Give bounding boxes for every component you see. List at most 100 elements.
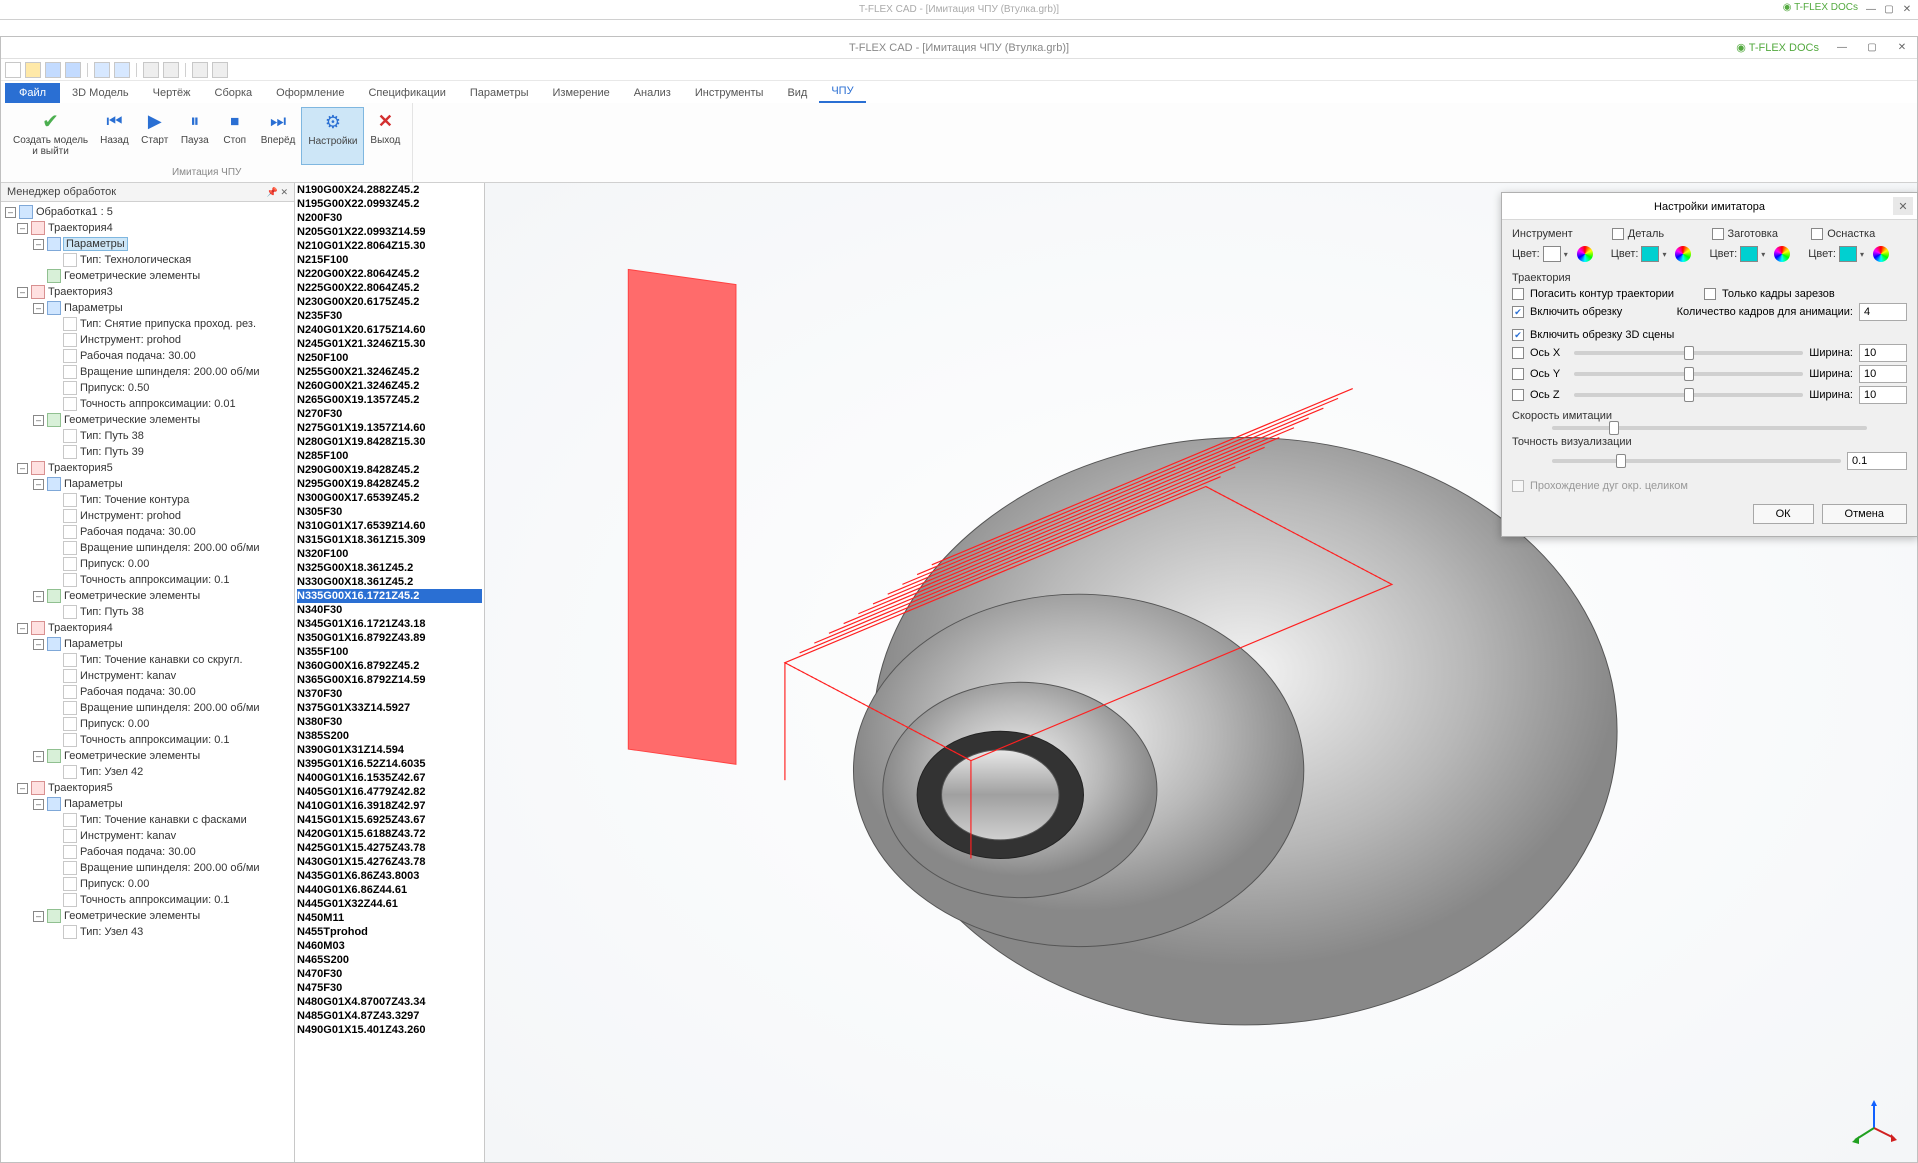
tree-expander-icon[interactable]: – [5,207,16,218]
tree-node[interactable]: Припуск: 0.00 [1,556,294,572]
gcode-line[interactable]: N290G00X19.8428Z45.2 [297,463,482,477]
tree-node[interactable]: –Траектория5 [1,460,294,476]
colorwheel1-icon[interactable] [1577,246,1593,262]
colorwheel2-icon[interactable] [1675,246,1691,262]
gcode-line[interactable]: N360G00X16.8792Z45.2 [297,659,482,673]
width-x-input[interactable] [1859,344,1907,362]
qat-extra2-icon[interactable] [212,62,228,78]
gcode-line[interactable]: N475F30 [297,981,482,995]
enable-trim-checkbox[interactable] [1512,306,1524,318]
gcode-line[interactable]: N435G01X6.86Z43.8003 [297,869,482,883]
gcode-line[interactable]: N300G00X17.6539Z45.2 [297,491,482,505]
tree-node[interactable]: Тип: Точение контура [1,492,294,508]
tree-node[interactable]: Рабочая подача: 30.00 [1,684,294,700]
gcode-line[interactable]: N480G01X4.87007Z43.34 [297,995,482,1009]
axis-x-checkbox[interactable] [1512,347,1524,359]
tree-node[interactable]: Вращение шпинделя: 200.00 об/ми [1,364,294,380]
tree-node[interactable]: Припуск: 0.00 [1,876,294,892]
width-z-input[interactable] [1859,386,1907,404]
gcode-line[interactable]: N295G00X19.8428Z45.2 [297,477,482,491]
qat-saveall-icon[interactable] [65,62,81,78]
start-button[interactable]: Старт [135,107,175,165]
tab-view[interactable]: Вид [775,83,819,103]
viz-slider[interactable] [1552,459,1841,463]
mdi-close-icon[interactable]: ✕ [1887,37,1917,59]
tree-node[interactable]: –Параметры [1,636,294,652]
tab-3dmodel[interactable]: 3D Модель [60,83,141,103]
tree-node[interactable]: Точность аппроксимации: 0.1 [1,732,294,748]
gcode-line[interactable]: N315G01X18.361Z15.309 [297,533,482,547]
tree-node[interactable]: Инструмент: prohod [1,332,294,348]
ok-button[interactable]: ОК [1753,504,1814,524]
tree-node[interactable]: Точность аппроксимации: 0.1 [1,572,294,588]
forward-button[interactable]: Вперёд [255,107,302,165]
tree-node[interactable]: Тип: Путь 38 [1,604,294,620]
tree-expander-icon[interactable]: – [33,479,44,490]
gcode-line[interactable]: N285F100 [297,449,482,463]
only-cuts-checkbox[interactable] [1704,288,1716,300]
maximize-icon[interactable]: ▢ [1857,37,1887,59]
arcs-whole-checkbox[interactable] [1512,480,1524,492]
gcode-line[interactable]: N310G01X17.6539Z14.60 [297,519,482,533]
axis-y-checkbox[interactable] [1512,368,1524,380]
gcode-line[interactable]: N265G00X19.1357Z45.2 [297,393,482,407]
qat-new-icon[interactable] [5,62,21,78]
tree-node[interactable]: –Геометрические элементы [1,588,294,604]
gcode-line[interactable]: N380F30 [297,715,482,729]
dialog-close-icon[interactable]: ✕ [1893,197,1913,215]
width-y-input[interactable] [1859,365,1907,383]
speed-slider[interactable] [1552,426,1867,430]
gcode-line[interactable]: N305F30 [297,505,482,519]
gcode-line[interactable]: N325G00X18.361Z45.2 [297,561,482,575]
minimize-icon[interactable]: — [1827,37,1857,59]
tree-node[interactable]: Тип: Точение канавки со скругл. [1,652,294,668]
gcode-line[interactable]: N200F30 [297,211,482,225]
gcode-line[interactable]: N395G01X16.52Z14.6035 [297,757,482,771]
tree-node[interactable]: Тип: Снятие припуска проход. рез. [1,316,294,332]
color4-dropdown[interactable] [1839,246,1857,262]
gcode-line[interactable]: N270F30 [297,407,482,421]
stop-button[interactable]: Стоп [215,107,255,165]
pause-button[interactable]: Пауза [175,107,215,165]
gcode-listing[interactable]: N190G00X24.2882Z45.2N195G00X22.0993Z45.2… [295,183,485,1162]
tab-bom[interactable]: Спецификации [356,83,457,103]
gcode-line[interactable]: N425G01X15.4275Z43.78 [297,841,482,855]
tree-node[interactable]: Тип: Путь 38 [1,428,294,444]
tree-node[interactable]: Тип: Путь 39 [1,444,294,460]
tree-node[interactable]: –Параметры [1,300,294,316]
exit-button[interactable]: Выход [364,107,406,165]
tree-node[interactable]: Точность аппроксимации: 0.01 [1,396,294,412]
frames-input[interactable] [1859,303,1907,321]
gcode-line[interactable]: N320F100 [297,547,482,561]
gcode-line[interactable]: N455Tprohod [297,925,482,939]
tree-node[interactable]: Припуск: 0.00 [1,716,294,732]
colorwheel3-icon[interactable] [1774,246,1790,262]
axis-z-slider[interactable] [1574,393,1803,397]
tree-node[interactable]: Инструмент: prohod [1,508,294,524]
color2-dropdown[interactable] [1641,246,1659,262]
gcode-line[interactable]: N440G01X6.86Z44.61 [297,883,482,897]
gcode-line[interactable]: N255G00X21.3246Z45.2 [297,365,482,379]
tree-node[interactable]: –Траектория3 [1,284,294,300]
gcode-line[interactable]: N465S200 [297,953,482,967]
gcode-line[interactable]: N415G01X15.6925Z43.67 [297,813,482,827]
pin-icon[interactable]: 📌 ✕ [267,187,288,198]
rig-checkbox[interactable] [1811,228,1823,240]
gcode-line[interactable]: N390G01X31Z14.594 [297,743,482,757]
gcode-line[interactable]: N485G01X4.87Z43.3297 [297,1009,482,1023]
tree-node[interactable]: –Параметры [1,476,294,492]
tree-node[interactable]: Припуск: 0.50 [1,380,294,396]
machining-tree[interactable]: –Обработка1 : 5–Траектория4–ПараметрыТип… [1,202,294,1162]
qat-undo-icon[interactable] [94,62,110,78]
tree-node[interactable]: –Параметры [1,796,294,812]
create-and-exit-button[interactable]: Создать модель и выйти [7,107,94,165]
gcode-line[interactable]: N420G01X15.6188Z43.72 [297,827,482,841]
dialog-title[interactable]: Настройки имитатора ✕ [1502,193,1917,220]
gcode-line[interactable]: N235F30 [297,309,482,323]
blank-checkbox[interactable] [1712,228,1724,240]
tree-node[interactable]: –Геометрические элементы [1,412,294,428]
tree-node[interactable]: Инструмент: kanav [1,828,294,844]
colorwheel4-icon[interactable] [1873,246,1889,262]
gcode-line[interactable]: N450M11 [297,911,482,925]
gcode-line[interactable]: N205G01X22.0993Z14.59 [297,225,482,239]
